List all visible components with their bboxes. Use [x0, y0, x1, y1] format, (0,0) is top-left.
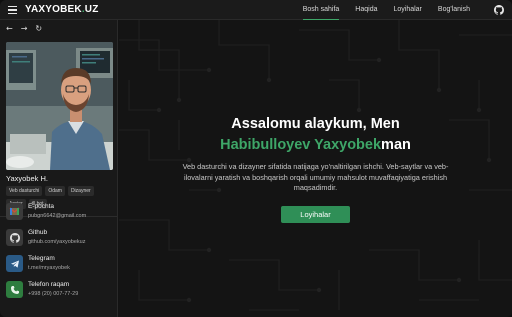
nav-home[interactable]: Bosh sahifa: [295, 0, 348, 20]
app-window: YAXYOBEK.UZ Bosh sahifa Haqida Loyihalar…: [0, 0, 512, 317]
profile-name: Yaxyobek H.: [6, 174, 48, 183]
browser-nav: ← → ↻: [6, 25, 42, 33]
forward-arrow-icon[interactable]: →: [21, 25, 28, 33]
contact-title: Telegram: [28, 255, 55, 262]
back-arrow-icon[interactable]: ←: [6, 25, 13, 33]
nav-about[interactable]: Haqida: [347, 0, 385, 20]
github-icon: [6, 229, 23, 246]
contact-telegram[interactable]: Telegram t.me/mryaxyobek: [6, 255, 114, 277]
contact-title: Telefon raqam: [28, 281, 70, 288]
nav-projects[interactable]: Loyihalar: [385, 0, 429, 20]
hero-name-suffix: man: [381, 137, 411, 153]
reload-icon[interactable]: ↻: [35, 25, 42, 33]
hero-greeting: Assalomu alaykum, Men: [231, 116, 400, 132]
github-icon[interactable]: [494, 5, 504, 15]
hero-name: Habibulloyev Yaxyobek: [220, 137, 382, 153]
hero-name-line: Habibulloyev Yaxyobekman: [119, 135, 512, 155]
profile-sidebar: ← → ↻ Yaxyobek H. Veb dasturchi Odam Diz…: [0, 20, 118, 317]
contact-github[interactable]: Github github.com/yaxyobekuz: [6, 229, 114, 251]
contact-title: E-pochta: [28, 203, 55, 210]
contact-email[interactable]: E-pochta pubgn6642@gmail.com: [6, 203, 114, 225]
tag: Dizayner: [67, 186, 94, 196]
hero-description: Veb dasturchi va dizayner sifatida natij…: [182, 162, 449, 192]
contact-value: pubgn6642@gmail.com: [28, 213, 87, 219]
main-nav: Bosh sahifa Haqida Loyihalar Bog'lanish: [295, 0, 478, 20]
phone-icon: [6, 281, 23, 298]
profile-photo: [6, 42, 113, 170]
site-logo[interactable]: YAXYOBEK.UZ: [25, 4, 99, 15]
tag: Odam: [45, 186, 65, 196]
contact-title: Github: [28, 229, 48, 236]
email-icon: [6, 203, 23, 220]
tag: Veb dasturchi: [6, 186, 43, 196]
contact-value: t.me/mryaxyobek: [28, 265, 70, 271]
hero-text: Assalomu alaykum, Men Habibulloyev Yaxyo…: [119, 115, 512, 194]
contact-value: github.com/yaxyobekuz: [28, 239, 86, 245]
telegram-icon: [6, 255, 23, 272]
hero-section: Assalomu alaykum, Men Habibulloyev Yaxyo…: [119, 20, 512, 317]
contact-value: +998 (20) 007-77-29: [28, 291, 79, 297]
menu-icon[interactable]: [8, 6, 17, 14]
nav-contact[interactable]: Bog'lanish: [430, 0, 478, 20]
top-navbar: YAXYOBEK.UZ Bosh sahifa Haqida Loyihalar…: [0, 0, 512, 20]
projects-button[interactable]: Loyihalar: [281, 206, 350, 223]
contact-phone[interactable]: Telefon raqam +998 (20) 007-77-29: [6, 281, 114, 303]
